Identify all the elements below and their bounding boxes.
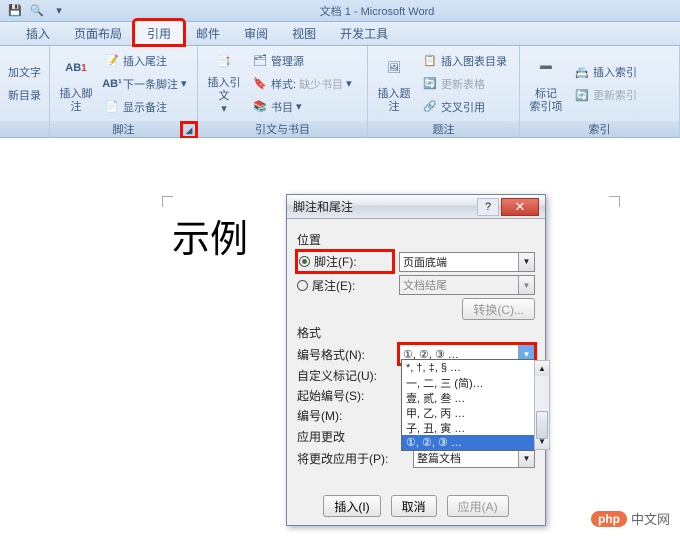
caption-icon: 🖼 bbox=[378, 53, 410, 85]
chevron-down-icon: ▼ bbox=[518, 449, 534, 467]
footnote-endnote-dialog: 脚注和尾注 ? ✕ 位置 脚注(F): 页面底端▼ 尾注(E): bbox=[286, 194, 546, 526]
number-format-dropdown[interactable]: *, †, ‡, § … 一, 二, 三 (简)… 壹, 贰, 叁 … 甲, 乙… bbox=[401, 359, 535, 451]
mark-index-entry-button[interactable]: ➖ 标记 索引项 bbox=[524, 49, 568, 119]
footnote-icon: AB1 bbox=[60, 53, 92, 85]
chevron-down-icon: ▾ bbox=[181, 77, 187, 90]
qat-save-icon[interactable]: 💾 bbox=[6, 3, 24, 19]
dialog-title: 脚注和尾注 bbox=[293, 198, 477, 215]
index-mark-icon: ➖ bbox=[530, 53, 562, 85]
chevron-down-icon: ▾ bbox=[221, 103, 227, 116]
tab-insert[interactable]: 插入 bbox=[14, 21, 62, 45]
watermark: php 中文网 bbox=[591, 509, 670, 528]
tab-review[interactable]: 审阅 bbox=[232, 21, 280, 45]
numbering-label: 编号(M): bbox=[297, 407, 393, 424]
watermark-text: 中文网 bbox=[631, 509, 670, 528]
sources-icon: 🗂 bbox=[252, 53, 268, 69]
tab-mail[interactable]: 邮件 bbox=[184, 21, 232, 45]
endnote-label: 尾注(E): bbox=[312, 277, 355, 294]
sample-text: 示例 bbox=[172, 208, 248, 263]
ribbon-tabs: 插入 页面布局 引用 邮件 审阅 视图 开发工具 bbox=[0, 22, 680, 46]
toc-add-text[interactable]: 加文字 bbox=[4, 61, 45, 83]
cross-reference-button[interactable]: 🔗交叉引用 bbox=[418, 96, 511, 118]
group-toc-label bbox=[0, 121, 49, 137]
group-captions-label: 题注 bbox=[368, 121, 519, 137]
tab-view[interactable]: 视图 bbox=[280, 21, 328, 45]
option-0[interactable]: *, †, ‡, § … bbox=[402, 360, 534, 375]
bibliography-button[interactable]: 📚书目▾ bbox=[248, 96, 356, 118]
apply-to-label: 将更改应用于(P): bbox=[297, 450, 407, 467]
endnote-position-select: 文档结尾▼ bbox=[399, 275, 535, 295]
tab-layout[interactable]: 页面布局 bbox=[62, 21, 134, 45]
citation-style[interactable]: 🔖样式: 缺少书目▾ bbox=[248, 73, 356, 95]
footnote-radio[interactable] bbox=[299, 256, 310, 267]
toc-new[interactable]: 新目录 bbox=[4, 84, 45, 106]
watermark-logo: php bbox=[591, 511, 627, 527]
convert-button[interactable]: 转换(C)... bbox=[462, 298, 535, 320]
insert-index-button[interactable]: 📇插入索引 bbox=[570, 61, 641, 83]
insert-citation-button[interactable]: 📑 插入引文▾ bbox=[202, 49, 246, 119]
tab-developer[interactable]: 开发工具 bbox=[328, 21, 400, 45]
section-position: 位置 bbox=[297, 231, 535, 248]
option-3[interactable]: 甲, 乙, 丙 … bbox=[402, 405, 534, 420]
apply-button[interactable]: 应用(A) bbox=[447, 495, 509, 517]
qat-dropdown-icon[interactable]: ▾ bbox=[50, 3, 68, 19]
show-notes-icon: 📄 bbox=[104, 99, 120, 115]
group-citations-label: 引文与书目 bbox=[198, 121, 367, 137]
next-footnote-icon: AB¹ bbox=[104, 76, 120, 92]
update-index-icon: 🔄 bbox=[574, 87, 590, 103]
update-index-button[interactable]: 🔄更新索引 bbox=[570, 84, 641, 106]
option-1[interactable]: 一, 二, 三 (简)… bbox=[402, 375, 534, 390]
option-5[interactable]: ①, ②, ③ … bbox=[402, 435, 534, 450]
insert-endnote-button[interactable]: 📝插入尾注 bbox=[100, 50, 191, 72]
group-footnotes-label: 脚注 ◢ bbox=[50, 121, 197, 137]
insert-tof-button[interactable]: 📋插入图表目录 bbox=[418, 50, 511, 72]
chevron-down-icon: ▼ bbox=[518, 253, 534, 271]
insert-caption-button[interactable]: 🖼 插入题注 bbox=[372, 49, 416, 119]
cancel-button[interactable]: 取消 bbox=[391, 495, 437, 517]
footnotes-dialog-launcher[interactable]: ◢ bbox=[183, 124, 195, 136]
update-icon: 🔄 bbox=[422, 76, 438, 92]
ribbon: 加文字 新目录 AB1 插入脚注 📝插入尾注 AB¹下一条脚注▾ 📄显示备注 脚… bbox=[0, 46, 680, 138]
endnote-radio[interactable] bbox=[297, 280, 308, 291]
start-at-label: 起始编号(S): bbox=[297, 387, 393, 404]
footnote-position-select[interactable]: 页面底端▼ bbox=[399, 252, 535, 272]
apply-to-select[interactable]: 整篇文档▼ bbox=[413, 448, 535, 468]
citation-icon: 📑 bbox=[208, 51, 240, 74]
window-title: 文档 1 - Microsoft Word bbox=[74, 3, 680, 19]
update-table-button[interactable]: 🔄更新表格 bbox=[418, 73, 511, 95]
group-index-label: 索引 bbox=[520, 121, 679, 137]
style-icon: 🔖 bbox=[252, 76, 268, 92]
chevron-down-icon: ▾ bbox=[346, 77, 352, 90]
option-4[interactable]: 子, 丑, 寅 … bbox=[402, 420, 534, 435]
dialog-help-button[interactable]: ? bbox=[477, 198, 499, 216]
show-notes-button[interactable]: 📄显示备注 bbox=[100, 96, 191, 118]
tab-references[interactable]: 引用 bbox=[134, 20, 184, 45]
qat-preview-icon[interactable]: 🔍 bbox=[28, 3, 46, 19]
dialog-close-button[interactable]: ✕ bbox=[501, 198, 539, 216]
endnote-icon: 📝 bbox=[104, 53, 120, 69]
footnote-label: 脚注(F): bbox=[314, 253, 357, 270]
chevron-down-icon: ▼ bbox=[518, 276, 534, 294]
chevron-down-icon: ▾ bbox=[296, 100, 302, 113]
crossref-icon: 🔗 bbox=[422, 99, 438, 115]
section-format: 格式 bbox=[297, 324, 535, 341]
insert-button[interactable]: 插入(I) bbox=[323, 495, 380, 517]
scroll-up-icon[interactable]: ▲ bbox=[535, 361, 549, 376]
manage-sources-button[interactable]: 🗂管理源 bbox=[248, 50, 356, 72]
dropdown-scrollbar[interactable]: ▲ ▼ bbox=[534, 360, 550, 450]
custom-mark-label: 自定义标记(U): bbox=[297, 367, 393, 384]
tof-icon: 📋 bbox=[422, 53, 438, 69]
option-2[interactable]: 壹, 贰, 叁 … bbox=[402, 390, 534, 405]
insert-footnote-button[interactable]: AB1 插入脚注 bbox=[54, 49, 98, 119]
scroll-thumb[interactable] bbox=[536, 411, 548, 439]
number-format-label: 编号格式(N): bbox=[297, 346, 393, 363]
next-footnote-button[interactable]: AB¹下一条脚注▾ bbox=[100, 73, 191, 95]
index-icon: 📇 bbox=[574, 64, 590, 80]
bibliography-icon: 📚 bbox=[252, 99, 268, 115]
